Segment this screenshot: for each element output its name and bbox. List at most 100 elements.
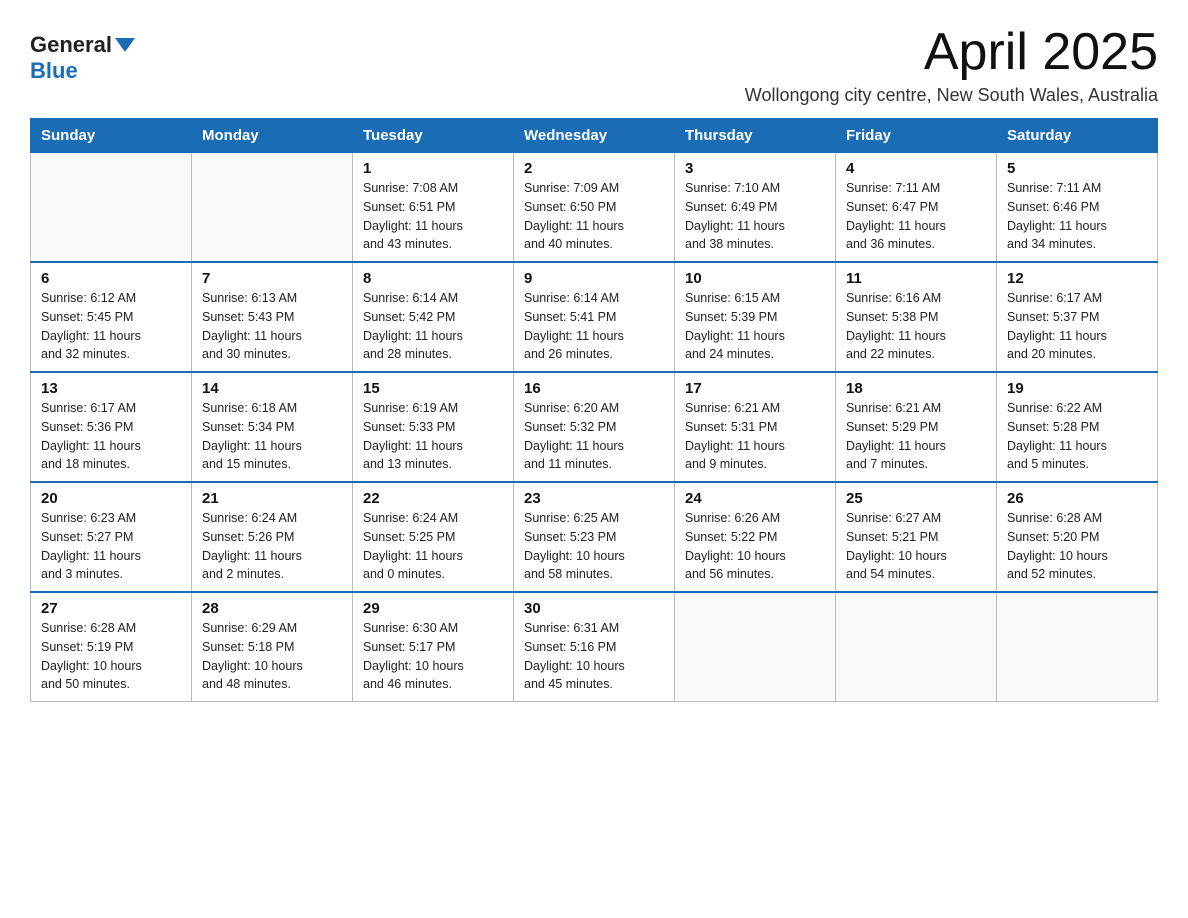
week-row: 20 Sunrise: 6:23 AM Sunset: 5:27 PM Dayli… (31, 482, 1158, 592)
day-info: Sunrise: 6:13 AM Sunset: 5:43 PM Dayligh… (202, 289, 342, 364)
table-row: 21Sunrise: 6:24 AM Sunset: 5:26 PM Dayli… (192, 482, 353, 592)
day-info: Sunrise: 6:17 AM Sunset: 5:37 PM Dayligh… (1007, 289, 1147, 364)
day-number: 2 (524, 160, 664, 177)
table-row: 18 Sunrise: 6:21 AM Sunset: 5:29 PM Dayli… (836, 372, 997, 482)
table-row: 9 Sunrise: 6:14 AM Sunset: 5:41 PM Daylig… (514, 262, 675, 372)
table-row: 10 Sunrise: 6:15 AM Sunset: 5:39 PM Dayli… (675, 262, 836, 372)
day-info: Sunrise: 6:12 AM Sunset: 5:45 PM Dayligh… (41, 289, 181, 364)
day-number: 16 (524, 380, 664, 397)
day-number: 18 (846, 380, 986, 397)
table-row: 15Sunrise: 6:19 AM Sunset: 5:33 PM Dayli… (353, 372, 514, 482)
table-row: 1 Sunrise: 7:08 AM Sunset: 6:51 PM Daylig… (353, 153, 514, 263)
table-row: 4 Sunrise: 7:11 AM Sunset: 6:47 PM Daylig… (836, 153, 997, 263)
table-row: 3 Sunrise: 7:10 AM Sunset: 6:49 PM Daylig… (675, 153, 836, 263)
table-row: 22 Sunrise: 6:24 AM Sunset: 5:25 PM Dayli… (353, 482, 514, 592)
table-row: 8 Sunrise: 6:14 AM Sunset: 5:42 PM Daylig… (353, 262, 514, 372)
table-row: 25Sunrise: 6:27 AM Sunset: 5:21 PM Dayli… (836, 482, 997, 592)
col-saturday: Saturday (997, 119, 1158, 153)
day-number: 4 (846, 160, 986, 177)
day-number: 9 (524, 270, 664, 287)
day-info: Sunrise: 6:22 AM Sunset: 5:28 PM Dayligh… (1007, 399, 1147, 474)
logo-triangle-icon (115, 38, 135, 52)
day-number: 10 (685, 270, 825, 287)
day-info: Sunrise: 7:11 AM Sunset: 6:46 PM Dayligh… (1007, 179, 1147, 254)
day-info: Sunrise: 6:14 AM Sunset: 5:41 PM Dayligh… (524, 289, 664, 364)
day-number: 12 (1007, 270, 1147, 287)
logo-blue-text: Blue (30, 58, 78, 84)
day-number: 3 (685, 160, 825, 177)
table-row: 27 Sunrise: 6:28 AM Sunset: 5:19 PM Dayli… (31, 592, 192, 702)
day-info: Sunrise: 6:19 AM Sunset: 5:33 PM Dayligh… (363, 399, 503, 474)
table-row: 20 Sunrise: 6:23 AM Sunset: 5:27 PM Dayli… (31, 482, 192, 592)
table-row: 11Sunrise: 6:16 AM Sunset: 5:38 PM Dayli… (836, 262, 997, 372)
table-row: 23Sunrise: 6:25 AM Sunset: 5:23 PM Dayli… (514, 482, 675, 592)
day-info: Sunrise: 6:18 AM Sunset: 5:34 PM Dayligh… (202, 399, 342, 474)
day-info: Sunrise: 6:17 AM Sunset: 5:36 PM Dayligh… (41, 399, 181, 474)
day-info: Sunrise: 6:21 AM Sunset: 5:29 PM Dayligh… (846, 399, 986, 474)
day-number: 23 (524, 490, 664, 507)
col-tuesday: Tuesday (353, 119, 514, 153)
day-number: 29 (363, 600, 503, 617)
day-info: Sunrise: 6:28 AM Sunset: 5:20 PM Dayligh… (1007, 509, 1147, 584)
day-number: 11 (846, 270, 986, 287)
table-row (31, 153, 192, 263)
day-info: Sunrise: 6:15 AM Sunset: 5:39 PM Dayligh… (685, 289, 825, 364)
day-info: Sunrise: 6:24 AM Sunset: 5:26 PM Dayligh… (202, 509, 342, 584)
logo: General Blue (30, 32, 138, 84)
day-info: Sunrise: 7:10 AM Sunset: 6:49 PM Dayligh… (685, 179, 825, 254)
calendar-table: Sunday Monday Tuesday Wednesday Thursday… (30, 118, 1158, 702)
day-info: Sunrise: 6:26 AM Sunset: 5:22 PM Dayligh… (685, 509, 825, 584)
table-row: 19 Sunrise: 6:22 AM Sunset: 5:28 PM Dayli… (997, 372, 1158, 482)
day-number: 26 (1007, 490, 1147, 507)
table-row: 5Sunrise: 7:11 AM Sunset: 6:46 PM Daylig… (997, 153, 1158, 263)
week-row: 6 Sunrise: 6:12 AM Sunset: 5:45 PM Daylig… (31, 262, 1158, 372)
table-row (192, 153, 353, 263)
table-row (675, 592, 836, 702)
day-number: 7 (202, 270, 342, 287)
table-row: 26 Sunrise: 6:28 AM Sunset: 5:20 PM Dayli… (997, 482, 1158, 592)
day-info: Sunrise: 6:23 AM Sunset: 5:27 PM Dayligh… (41, 509, 181, 584)
day-number: 28 (202, 600, 342, 617)
table-row: 17 Sunrise: 6:21 AM Sunset: 5:31 PM Dayli… (675, 372, 836, 482)
day-info: Sunrise: 6:20 AM Sunset: 5:32 PM Dayligh… (524, 399, 664, 474)
table-row (836, 592, 997, 702)
day-info: Sunrise: 6:14 AM Sunset: 5:42 PM Dayligh… (363, 289, 503, 364)
day-info: Sunrise: 7:11 AM Sunset: 6:47 PM Dayligh… (846, 179, 986, 254)
day-number: 17 (685, 380, 825, 397)
day-number: 1 (363, 160, 503, 177)
day-number: 8 (363, 270, 503, 287)
day-info: Sunrise: 6:31 AM Sunset: 5:16 PM Dayligh… (524, 619, 664, 694)
day-number: 30 (524, 600, 664, 617)
month-title: April 2025 (745, 24, 1158, 81)
day-number: 14 (202, 380, 342, 397)
day-info: Sunrise: 6:28 AM Sunset: 5:19 PM Dayligh… (41, 619, 181, 694)
table-row: 13Sunrise: 6:17 AM Sunset: 5:36 PM Dayli… (31, 372, 192, 482)
day-number: 22 (363, 490, 503, 507)
day-number: 20 (41, 490, 181, 507)
day-number: 19 (1007, 380, 1147, 397)
week-row: 1 Sunrise: 7:08 AM Sunset: 6:51 PM Daylig… (31, 153, 1158, 263)
table-row: 24 Sunrise: 6:26 AM Sunset: 5:22 PM Dayli… (675, 482, 836, 592)
col-sunday: Sunday (31, 119, 192, 153)
day-number: 6 (41, 270, 181, 287)
table-row: 2Sunrise: 7:09 AM Sunset: 6:50 PM Daylig… (514, 153, 675, 263)
day-info: Sunrise: 6:21 AM Sunset: 5:31 PM Dayligh… (685, 399, 825, 474)
week-row: 27 Sunrise: 6:28 AM Sunset: 5:19 PM Dayli… (31, 592, 1158, 702)
day-info: Sunrise: 6:27 AM Sunset: 5:21 PM Dayligh… (846, 509, 986, 584)
day-number: 24 (685, 490, 825, 507)
day-info: Sunrise: 7:08 AM Sunset: 6:51 PM Dayligh… (363, 179, 503, 254)
table-row: 6 Sunrise: 6:12 AM Sunset: 5:45 PM Daylig… (31, 262, 192, 372)
table-row: 28 Sunrise: 6:29 AM Sunset: 5:18 PM Dayli… (192, 592, 353, 702)
table-row: 12 Sunrise: 6:17 AM Sunset: 5:37 PM Dayli… (997, 262, 1158, 372)
day-info: Sunrise: 6:30 AM Sunset: 5:17 PM Dayligh… (363, 619, 503, 694)
col-friday: Friday (836, 119, 997, 153)
table-row: 14 Sunrise: 6:18 AM Sunset: 5:34 PM Dayli… (192, 372, 353, 482)
day-info: Sunrise: 6:24 AM Sunset: 5:25 PM Dayligh… (363, 509, 503, 584)
calendar-header-row: Sunday Monday Tuesday Wednesday Thursday… (31, 119, 1158, 153)
week-row: 13Sunrise: 6:17 AM Sunset: 5:36 PM Dayli… (31, 372, 1158, 482)
day-info: Sunrise: 6:29 AM Sunset: 5:18 PM Dayligh… (202, 619, 342, 694)
day-number: 27 (41, 600, 181, 617)
table-row: 7 Sunrise: 6:13 AM Sunset: 5:43 PM Daylig… (192, 262, 353, 372)
page-header: General Blue April 2025 Wollongong city … (30, 24, 1158, 106)
table-row: 29 Sunrise: 6:30 AM Sunset: 5:17 PM Dayli… (353, 592, 514, 702)
